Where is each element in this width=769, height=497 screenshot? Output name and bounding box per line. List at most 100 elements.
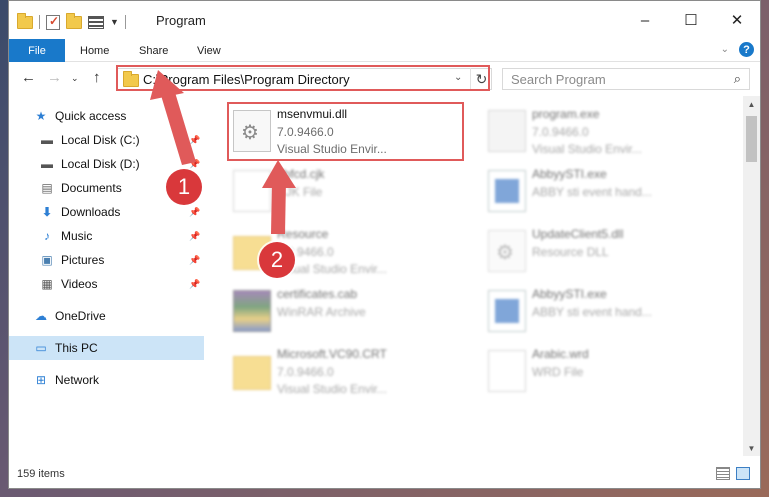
- pin-icon[interactable]: 📌: [189, 279, 200, 290]
- drive-icon: ▬: [41, 157, 53, 171]
- nav-item-videos[interactable]: ▦ Videos 📌: [9, 272, 204, 296]
- file-type: WinRAR Archive: [277, 305, 366, 319]
- pin-icon[interactable]: 📌: [189, 159, 200, 170]
- file-item-microsoft-vc90-crt[interactable]: Microsoft.VC90.CRT 7.0.9466.0 Visual Stu…: [229, 344, 469, 400]
- divider: [39, 15, 40, 29]
- minimize-button[interactable]: –: [622, 1, 668, 39]
- nav-item-label: Downloads: [61, 205, 121, 219]
- vertical-scrollbar[interactable]: ▲ ▼: [743, 96, 760, 456]
- nav-item-onedrive[interactable]: ☁ OneDrive: [9, 304, 204, 328]
- nav-item-music[interactable]: ♪ Music 📌: [9, 224, 204, 248]
- file-name: Resource: [277, 227, 329, 241]
- app-icon: [488, 290, 526, 332]
- search-input[interactable]: Search Program ⌕: [502, 68, 750, 90]
- music-icon: ♪: [44, 229, 50, 243]
- pin-icon[interactable]: 📌: [189, 135, 200, 146]
- file-item-certificates-cab[interactable]: certificates.cab WinRAR Archive: [229, 284, 469, 340]
- file-name: Microsoft.VC90.CRT: [277, 347, 387, 361]
- customize-icon[interactable]: [88, 15, 104, 29]
- file-name: dbfcd.cjk: [277, 167, 325, 181]
- file-type: Resource DLL: [532, 245, 609, 259]
- nav-item-pictures[interactable]: ▣ Pictures 📌: [9, 248, 204, 272]
- file-item-abbyysti-exe-2[interactable]: AbbyySTI.exe ABBY sti event hand...: [484, 284, 724, 340]
- file-item-arabic-wrd[interactable]: Arabic.wrd WRD File: [484, 344, 724, 400]
- cloud-icon: ☁: [35, 309, 47, 323]
- search-icon[interactable]: ⌕: [734, 71, 741, 87]
- file-item-dbfcd-cjk[interactable]: dbfcd.cjk CJK File: [229, 164, 469, 220]
- file-name: AbbyySTI.exe: [532, 167, 607, 181]
- file-version: 7.0.9466.0: [277, 365, 334, 379]
- document-icon: ▤: [41, 181, 53, 195]
- file-description: ABBY sti event hand...: [532, 185, 652, 199]
- nav-item-label: Quick access: [55, 109, 127, 123]
- address-bar-highlight: [116, 65, 490, 91]
- scroll-down-icon[interactable]: ▼: [743, 440, 760, 456]
- close-button[interactable]: ✕: [714, 1, 760, 39]
- tab-file[interactable]: File: [9, 39, 65, 62]
- expand-ribbon-icon[interactable]: ⌄: [721, 44, 729, 55]
- pin-icon[interactable]: 📌: [189, 231, 200, 242]
- monitor-icon: ▭: [35, 341, 47, 355]
- file-name: Arabic.wrd: [532, 347, 589, 361]
- file-item-program-exe[interactable]: program.exe 7.0.9466.0 Visual Studio Env…: [484, 104, 724, 160]
- step-2-badge: 2: [259, 242, 295, 278]
- navigation-pane: ★ Quick access ▬ Local Disk (C:) 📌 ▬ Loc…: [9, 96, 204, 456]
- window-title: Program: [156, 13, 206, 28]
- file-item-abbyysti-exe[interactable]: AbbyySTI.exe ABBY sti event hand...: [484, 164, 724, 220]
- file-version: 7.0.9466.0: [532, 125, 589, 139]
- nav-item-label: Local Disk (C:): [61, 133, 140, 147]
- up-arrow-icon[interactable]: ↑: [93, 69, 101, 86]
- videos-icon: ▦: [41, 277, 53, 291]
- nav-item-label: This PC: [55, 341, 98, 355]
- help-icon[interactable]: ?: [739, 42, 754, 57]
- tab-home[interactable]: Home: [80, 39, 109, 62]
- dll-icon: [488, 230, 526, 272]
- nav-item-local-disk-c[interactable]: ▬ Local Disk (C:) 📌: [9, 128, 204, 152]
- scroll-thumb[interactable]: [746, 116, 757, 162]
- app-icon: [488, 170, 526, 212]
- file-description: ABBY sti event hand...: [532, 305, 652, 319]
- pin-icon[interactable]: 📌: [189, 255, 200, 266]
- nav-item-label: OneDrive: [55, 309, 106, 323]
- file-name: AbbyySTI.exe: [532, 287, 607, 301]
- archive-icon: [233, 290, 271, 332]
- chevron-down-icon[interactable]: ▼: [110, 17, 119, 27]
- maximize-button[interactable]: ☐: [668, 1, 714, 39]
- file-item-updateclient5-dll[interactable]: UpdateClient5.dll Resource DLL: [484, 224, 724, 280]
- star-icon: ★: [35, 109, 47, 123]
- new-folder-icon[interactable]: [66, 12, 82, 29]
- nav-item-label: Music: [61, 229, 93, 243]
- nav-item-label: Local Disk (D:): [61, 157, 140, 171]
- tab-share[interactable]: Share: [139, 39, 168, 62]
- file-description: Visual Studio Envir...: [277, 382, 387, 396]
- nav-item-quick-access[interactable]: ★ Quick access: [9, 104, 204, 128]
- network-icon: ⊞: [35, 373, 47, 387]
- file-name: UpdateClient5.dll: [532, 227, 624, 241]
- status-bar: 159 items: [9, 463, 760, 487]
- nav-item-label: Documents: [61, 181, 122, 195]
- tiles-view-icon[interactable]: [736, 467, 750, 480]
- nav-item-network[interactable]: ⊞ Network: [9, 368, 204, 392]
- properties-check-icon[interactable]: [46, 14, 60, 30]
- details-view-icon[interactable]: [716, 467, 730, 480]
- divider: [124, 15, 126, 29]
- exe-icon: [488, 110, 526, 152]
- nav-item-label: Pictures: [61, 253, 105, 267]
- back-arrow-icon[interactable]: ←: [21, 69, 36, 86]
- forward-arrow-icon[interactable]: →: [47, 69, 62, 86]
- file-description: Visual Studio Envir...: [532, 142, 642, 156]
- drive-icon: ▬: [41, 133, 53, 147]
- search-placeholder: Search Program: [511, 72, 606, 87]
- file-highlight: [227, 102, 464, 161]
- nav-item-downloads[interactable]: ⬇ Downloads 📌: [9, 200, 204, 224]
- step-1-badge: 1: [166, 169, 202, 205]
- tab-view[interactable]: View: [197, 39, 221, 62]
- scroll-up-icon[interactable]: ▲: [743, 96, 760, 112]
- pictures-icon: ▣: [41, 253, 53, 267]
- file-name: certificates.cab: [277, 287, 358, 301]
- nav-item-this-pc[interactable]: ▭ This PC: [9, 336, 204, 360]
- pin-icon[interactable]: 📌: [189, 207, 200, 218]
- recent-locations-icon[interactable]: ⌄: [71, 73, 79, 84]
- nav-item-label: Network: [55, 373, 100, 387]
- download-icon: ⬇: [41, 205, 53, 219]
